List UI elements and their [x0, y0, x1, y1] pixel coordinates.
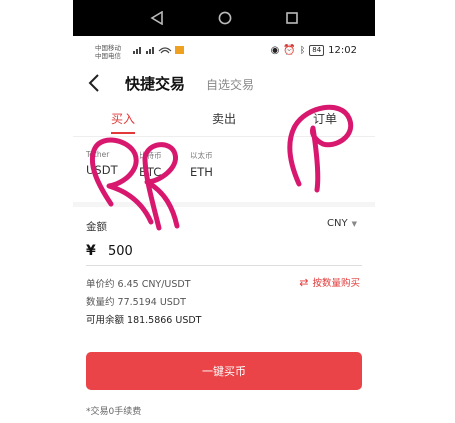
swap-arrows-icon: ⇄ [299, 275, 309, 289]
chevron-left-icon [88, 74, 99, 92]
eye-icon: ◉ [270, 45, 280, 56]
page-title: 快捷交易 [125, 75, 186, 93]
app-screen: 中国移动 中国电信 ◉ ⏰ ᛒ 84 12:02 快捷交易 自选交易 买入 卖出 [73, 36, 375, 423]
tab-orders[interactable]: 订单 [313, 110, 337, 127]
tab-buy[interactable]: 买入 [111, 110, 135, 127]
quantity-estimate: 数量约 77.5194 USDT [86, 297, 186, 308]
battery-indicator: 84 [309, 45, 325, 56]
back-button[interactable] [83, 70, 107, 96]
signal-wifi-icons [133, 46, 184, 54]
coin-usdt-label: USDT [86, 163, 118, 177]
status-bar: 中国移动 中国电信 ◉ ⏰ ᛒ 84 12:02 [73, 36, 375, 64]
coin-btc-label: BTC [139, 165, 162, 179]
android-nav-bar [73, 0, 375, 36]
buy-by-quantity-label: 按数量购买 [312, 278, 360, 289]
currency-select[interactable]: CNY ▼ [327, 218, 357, 229]
amount-value: 500 [108, 244, 133, 259]
tabs-divider [73, 136, 375, 137]
available-balance: 可用余额 181.5866 USDT [86, 315, 202, 326]
buy-by-quantity-link[interactable]: ⇄ 按数量购买 [299, 275, 360, 290]
coin-eth-label: ETH [190, 165, 213, 179]
amount-input[interactable]: ¥ 500 [86, 241, 362, 266]
coin-btc-sub: 比特币 [139, 151, 162, 160]
active-tab-indicator [111, 132, 135, 134]
recents-square-icon[interactable] [278, 0, 306, 36]
coin-selector: Tether USDT 比特币 BTC 以太币 ETH [73, 150, 375, 190]
currency-value: CNY [327, 218, 348, 229]
coin-eth[interactable]: 以太币 ETH [190, 150, 213, 179]
currency-symbol: ¥ [86, 243, 96, 259]
amount-label: 金额 [86, 221, 107, 233]
dropdown-triangle-icon: ▼ [351, 219, 357, 228]
coin-btc[interactable]: 比特币 BTC [139, 150, 162, 179]
alarm-icon: ⏰ [283, 45, 296, 56]
section-separator [73, 202, 375, 207]
carrier-2: 中国电信 [95, 52, 121, 60]
carrier-1: 中国移动 [95, 44, 121, 52]
trade-tabs: 买入 卖出 订单 [73, 110, 375, 134]
coin-usdt[interactable]: Tether USDT [86, 150, 118, 177]
tab-sell[interactable]: 卖出 [212, 110, 236, 127]
clock: 12:02 [328, 45, 357, 56]
fee-note: *交易0手续费 [86, 407, 142, 417]
unit-price: 单价约 6.45 CNY/USDT [86, 279, 191, 290]
back-triangle-icon[interactable] [143, 0, 171, 36]
header: 快捷交易 自选交易 [73, 68, 375, 98]
one-click-buy-button[interactable]: 一键买币 [86, 352, 362, 390]
coin-eth-sub: 以太币 [190, 151, 213, 160]
status-right: ◉ ⏰ ᛒ 84 12:02 [271, 45, 357, 56]
selected-coin-dot [98, 184, 101, 187]
home-circle-icon[interactable] [211, 0, 239, 36]
bluetooth-icon: ᛒ [299, 45, 306, 56]
tab-custom-trade[interactable]: 自选交易 [206, 76, 254, 93]
carrier-info: 中国移动 中国电信 [95, 44, 121, 60]
coin-usdt-sub: Tether [86, 150, 110, 159]
